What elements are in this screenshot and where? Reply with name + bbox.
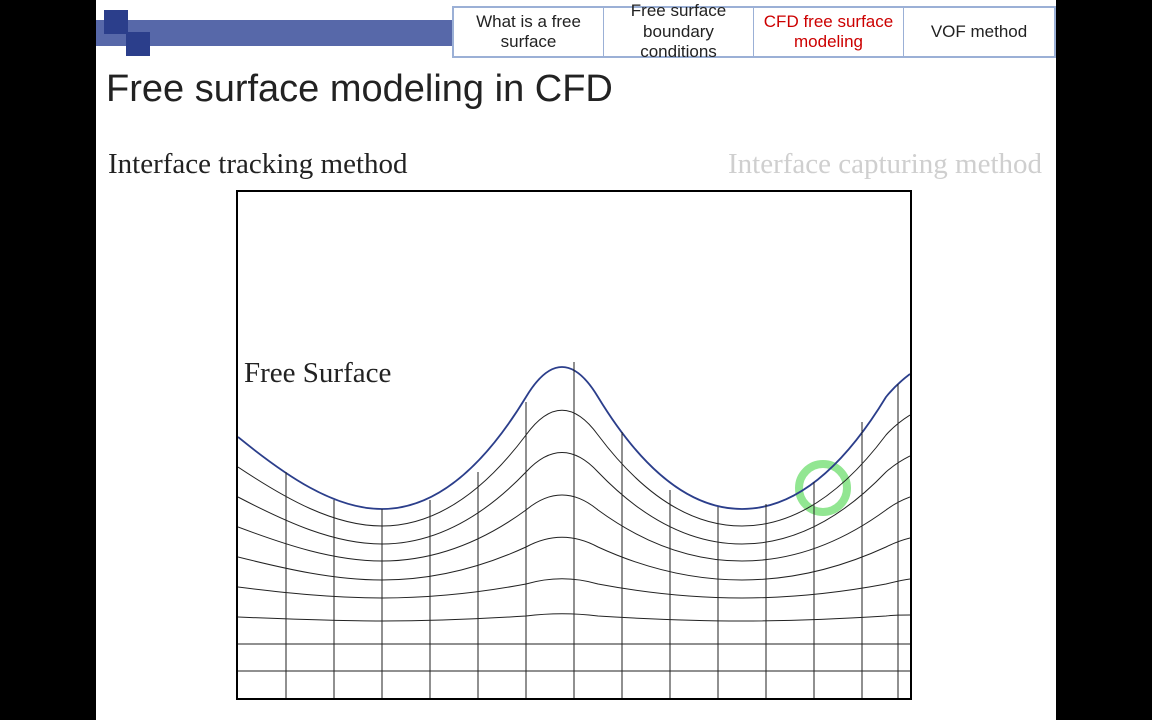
top-bar: What is a free surface Free surface boun… — [96, 0, 1056, 60]
diagram-frame: Free Surface — [236, 190, 912, 700]
slide: What is a free surface Free surface boun… — [96, 0, 1056, 720]
logo-square-icon — [126, 32, 150, 56]
mesh-diagram — [238, 192, 910, 698]
method-label-tracking: Interface tracking method — [108, 148, 408, 181]
logo-square-icon — [104, 10, 128, 34]
tab-cfd-free-surface-modeling[interactable]: CFD free surface modeling — [754, 8, 904, 56]
tab-free-surface-bc[interactable]: Free surface boundary conditions — [604, 8, 754, 56]
page-title: Free surface modeling in CFD — [106, 68, 613, 111]
nav-tabs: What is a free surface Free surface boun… — [452, 6, 1056, 58]
tab-vof-method[interactable]: VOF method — [904, 8, 1054, 56]
method-label-capturing: Interface capturing method — [728, 148, 1042, 181]
tab-what-is-free-surface[interactable]: What is a free surface — [454, 8, 604, 56]
